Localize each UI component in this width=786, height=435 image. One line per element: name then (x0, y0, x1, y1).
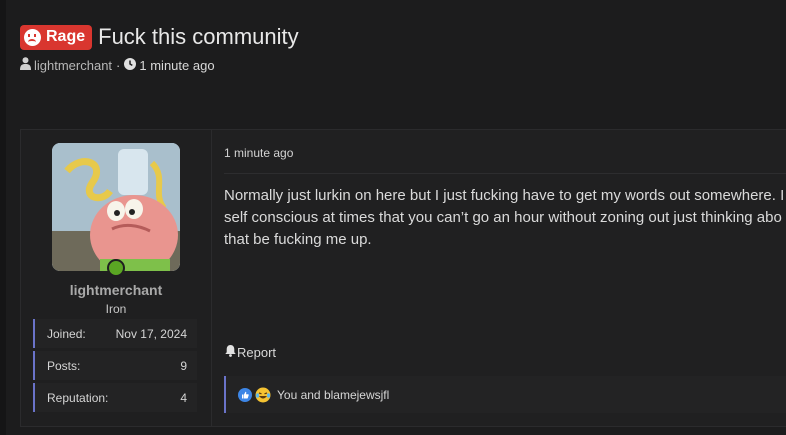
post-body-line: that be fucking me up. (224, 231, 372, 248)
laugh-reaction-icon (255, 387, 271, 403)
user-avatar[interactable] (52, 143, 180, 271)
user-icon (20, 57, 31, 73)
thread-header: Rage Fuck this community lightmerchant ·… (20, 24, 786, 73)
post-main-cell: 1 minute ago Normally just lurkin on her… (224, 130, 786, 426)
bell-icon (224, 344, 237, 360)
thread-title: Fuck this community (98, 24, 299, 49)
user-rank-title: Iron (105, 302, 127, 316)
post-username[interactable]: lightmerchant (21, 282, 211, 298)
title-row: Rage Fuck this community (20, 24, 786, 50)
clock-icon (124, 57, 137, 73)
stat-label: Posts: (47, 358, 81, 373)
prefix-label: Rage (46, 28, 86, 45)
post-header-divider (224, 173, 786, 174)
thread-prefix-badge[interactable]: Rage (20, 24, 93, 50)
stat-label: Joined: (47, 326, 86, 341)
post-body-line: self conscious at times that you can’t g… (224, 209, 782, 226)
post-card: lightmerchant Iron Joined: Nov 17, 2024 … (20, 129, 786, 427)
post-body-line: Normally just lurkin on here but I just … (224, 187, 785, 204)
stat-label: Reputation: (47, 390, 109, 405)
stat-reputation: Reputation: 4 (33, 383, 197, 412)
stat-value: 9 (180, 358, 187, 373)
post-user-cell: lightmerchant Iron Joined: Nov 17, 2024 … (21, 130, 212, 426)
meta-separator: · (116, 57, 121, 73)
report-label: Report (237, 344, 277, 360)
reactions-bar[interactable]: You and blamejewsjfl (224, 376, 786, 413)
thread-time-link[interactable]: 1 minute ago (139, 58, 214, 73)
stat-value: Nov 17, 2024 (115, 326, 187, 341)
report-button[interactable]: Report (224, 344, 276, 360)
thread-page: Rage Fuck this community lightmerchant ·… (0, 0, 786, 435)
stat-posts: Posts: 9 (33, 351, 197, 380)
angry-face-icon (24, 28, 41, 46)
sidebar-edge (0, 0, 6, 435)
online-status-dot (107, 259, 125, 277)
thread-author-link[interactable]: lightmerchant (34, 58, 112, 73)
stat-value: 4 (180, 390, 187, 405)
like-reaction-icon (238, 387, 252, 402)
stat-joined: Joined: Nov 17, 2024 (33, 319, 197, 348)
post-time-link[interactable]: 1 minute ago (224, 146, 293, 160)
reactions-users-text: You and blamejewsjfl (277, 387, 390, 402)
post-body: Normally just lurkin on here but I just … (224, 185, 786, 251)
thread-meta: lightmerchant · 1 minute ago (20, 57, 786, 73)
user-stats: Joined: Nov 17, 2024 Posts: 9 Reputation… (33, 319, 197, 415)
